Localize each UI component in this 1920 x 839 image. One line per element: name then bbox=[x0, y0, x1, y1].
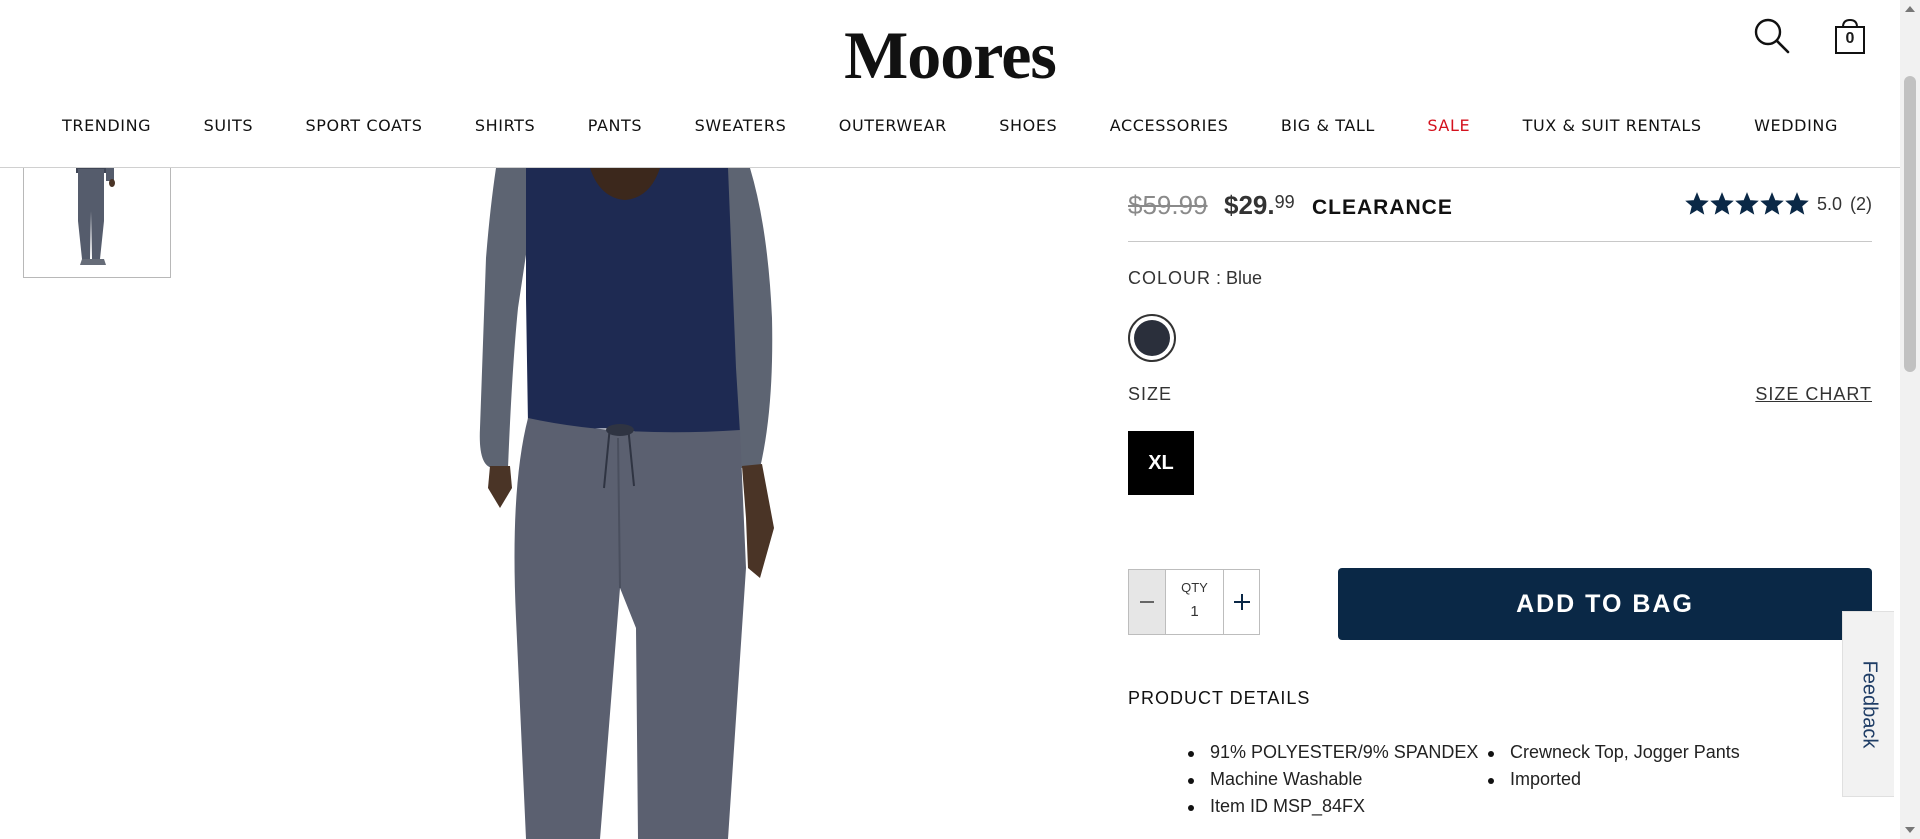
qty-label: QTY bbox=[1181, 580, 1208, 595]
product-rating[interactable]: 5.0 (2) bbox=[1685, 192, 1872, 216]
star-icon bbox=[1735, 192, 1759, 215]
nav-item-outerwear[interactable]: OUTERWEAR bbox=[839, 116, 947, 135]
scroll-down-icon[interactable] bbox=[1905, 827, 1915, 833]
nav-item-sport-coats[interactable]: SPORT COATS bbox=[306, 116, 423, 135]
shopping-bag-button[interactable]: 0 bbox=[1830, 16, 1870, 56]
colour-separator: : bbox=[1211, 268, 1227, 288]
list-item: Machine Washable bbox=[1188, 769, 1478, 796]
list-item: Imported bbox=[1488, 769, 1740, 796]
rating-value: 5.0 bbox=[1816, 193, 1842, 214]
bag-count: 0 bbox=[1845, 30, 1855, 47]
details-column-right: Crewneck Top, Jogger Pants Imported bbox=[1488, 742, 1740, 796]
colour-value: Blue bbox=[1226, 268, 1263, 288]
size-chart-link[interactable]: SIZE CHART bbox=[1755, 384, 1872, 405]
nav-item-shirts[interactable]: SHIRTS bbox=[475, 116, 535, 135]
colour-label-text: COLOUR bbox=[1128, 268, 1212, 288]
product-main-image[interactable] bbox=[460, 168, 820, 839]
nav-item-tux-suit-rentals[interactable]: TUX & SUIT RENTALS bbox=[1523, 116, 1702, 135]
scrollbar-thumb[interactable] bbox=[1904, 76, 1916, 372]
nav-item-accessories[interactable]: ACCESSORIES bbox=[1110, 116, 1229, 135]
price-divider bbox=[1128, 241, 1872, 242]
nav-item-sweaters[interactable]: SWEATERS bbox=[695, 116, 787, 135]
plus-icon bbox=[1233, 594, 1250, 610]
nav-item-suits[interactable]: SUITS bbox=[204, 116, 254, 135]
size-label: SIZE bbox=[1128, 384, 1173, 404]
main-nav: TRENDING SUITS SPORT COATS SHIRTS PANTS … bbox=[0, 116, 1900, 135]
thumbnail-image bbox=[76, 151, 115, 265]
list-item: 91% POLYESTER/9% SPANDEX bbox=[1188, 742, 1478, 769]
list-item: Crewneck Top, Jogger Pants bbox=[1488, 742, 1740, 769]
nav-item-trending[interactable]: TRENDING bbox=[62, 116, 151, 135]
clearance-badge: CLEARANCE bbox=[1312, 196, 1453, 219]
list-item: Item ID MSP_84FX bbox=[1188, 796, 1478, 823]
product-details-header[interactable]: PRODUCT DETAILS bbox=[1128, 688, 1310, 709]
nav-item-shoes[interactable]: SHOES bbox=[999, 116, 1057, 135]
size-option-xl[interactable]: XL bbox=[1128, 431, 1194, 495]
original-price: $59.99 bbox=[1128, 190, 1208, 220]
scroll-up-icon[interactable] bbox=[1905, 6, 1915, 12]
colour-swatch-blue[interactable] bbox=[1128, 314, 1176, 362]
page-scrollbar[interactable] bbox=[1900, 0, 1920, 839]
search-icon[interactable] bbox=[1752, 16, 1792, 56]
nav-item-pants[interactable]: PANTS bbox=[588, 116, 642, 135]
logo-text[interactable]: Moores bbox=[844, 17, 1057, 93]
rating-count[interactable]: (2) bbox=[1850, 194, 1872, 215]
model-image bbox=[479, 168, 774, 839]
qty-increase-button[interactable] bbox=[1224, 570, 1259, 634]
site-logo[interactable]: Moores bbox=[0, 16, 1900, 95]
star-icon bbox=[1685, 192, 1709, 215]
price-row: $59.99 $29.99 CLEARANCE 5.0 (2) bbox=[1128, 190, 1872, 230]
nav-item-wedding[interactable]: WEDDING bbox=[1754, 116, 1838, 135]
star-icon bbox=[1760, 192, 1784, 215]
rating-stars bbox=[1685, 192, 1809, 216]
qty-value[interactable]: 1 bbox=[1166, 603, 1223, 620]
feedback-tab[interactable]: Feedback bbox=[1842, 611, 1894, 797]
swatch-fill bbox=[1134, 320, 1170, 356]
star-icon bbox=[1710, 192, 1734, 215]
qty-decrease-button[interactable] bbox=[1129, 570, 1166, 634]
nav-item-big-tall[interactable]: BIG & TALL bbox=[1281, 116, 1375, 135]
minus-icon bbox=[1140, 601, 1154, 603]
feedback-label: Feedback bbox=[1858, 660, 1880, 748]
product-thumbnail[interactable] bbox=[23, 150, 171, 278]
details-column-left: 91% POLYESTER/9% SPANDEX Machine Washabl… bbox=[1188, 742, 1478, 823]
add-to-bag-button[interactable]: ADD TO BAG bbox=[1338, 568, 1872, 640]
qty-input[interactable]: QTY 1 bbox=[1166, 570, 1224, 634]
sale-price: $29.99 bbox=[1224, 190, 1295, 221]
star-icon bbox=[1785, 192, 1809, 215]
nav-item-sale[interactable]: SALE bbox=[1427, 116, 1470, 135]
site-header: Moores 0 TRENDING SUITS SPORT COATS SHIR… bbox=[0, 0, 1900, 168]
quantity-stepper: QTY 1 bbox=[1128, 569, 1260, 635]
sale-price-cents: 99 bbox=[1274, 192, 1295, 212]
sale-price-dollars: $29. bbox=[1224, 190, 1275, 220]
colour-label: COLOUR : Blue bbox=[1128, 268, 1262, 289]
